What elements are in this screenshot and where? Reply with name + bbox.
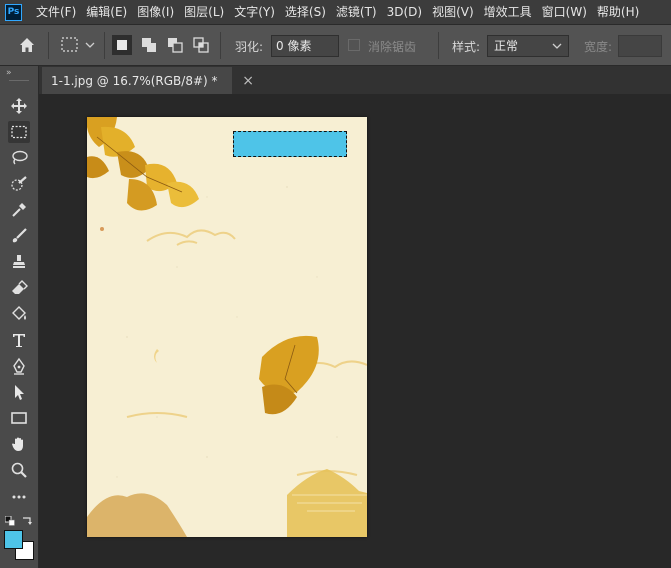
separator [438, 32, 439, 59]
foreground-color-swatch[interactable] [4, 530, 23, 549]
lasso-tool-icon[interactable] [8, 147, 30, 169]
collapse-panel-icon[interactable]: » [6, 68, 12, 78]
style-select[interactable]: 正常 [487, 35, 569, 57]
tools-panel: » [0, 66, 39, 568]
feather-input[interactable]: 0 像素 [271, 35, 339, 57]
eyedropper-tool-icon[interactable] [8, 199, 30, 221]
hand-tool-icon[interactable] [8, 433, 30, 455]
type-tool-icon[interactable] [8, 329, 30, 351]
menu-3d[interactable]: 3D(D) [382, 0, 427, 24]
menu-layer[interactable]: 图层(L) [179, 0, 229, 24]
swap-colors-icon[interactable] [21, 515, 33, 525]
eraser-tool-icon[interactable] [8, 277, 30, 299]
home-icon[interactable] [17, 35, 39, 55]
subtract-from-selection-icon[interactable] [165, 35, 185, 55]
menu-bar: Ps 文件(F) 编辑(E) 图像(I) 图层(L) 文字(Y) 选择(S) 滤… [0, 0, 671, 24]
intersect-selection-icon[interactable] [191, 35, 211, 55]
menu-type[interactable]: 文字(Y) [229, 0, 280, 24]
menu-window[interactable]: 窗口(W) [537, 0, 592, 24]
document-image [87, 117, 367, 537]
clone-stamp-tool-icon[interactable] [8, 251, 30, 273]
document-tab-title: 1-1.jpg @ 16.7%(RGB/8#) * [51, 73, 218, 88]
gradient-fill-tool-icon[interactable] [8, 303, 30, 325]
more-tools-icon[interactable] [8, 485, 30, 507]
document-tab[interactable]: 1-1.jpg @ 16.7%(RGB/8#) * × [42, 67, 254, 94]
new-selection-icon[interactable] [112, 35, 132, 55]
rectangle-tool-icon[interactable] [8, 407, 30, 429]
canvas-area[interactable] [39, 94, 671, 568]
separator [220, 32, 221, 59]
add-to-selection-icon[interactable] [139, 35, 159, 55]
separator [104, 32, 105, 59]
style-select-value: 正常 [494, 39, 519, 53]
panel-grip[interactable] [9, 80, 29, 81]
separator [48, 32, 49, 59]
menu-plugins[interactable]: 增效工具 [479, 0, 537, 24]
width-input[interactable] [618, 35, 662, 57]
marquee-selection[interactable] [233, 131, 347, 157]
feather-label: 羽化: [235, 40, 264, 54]
move-tool-icon[interactable] [8, 95, 30, 117]
chevron-down-icon [552, 43, 562, 49]
menu-help[interactable]: 帮助(H) [592, 0, 644, 24]
menu-edit[interactable]: 编辑(E) [81, 0, 132, 24]
menu-select[interactable]: 选择(S) [280, 0, 331, 24]
style-label: 样式: [452, 40, 481, 54]
brush-tool-icon[interactable] [8, 225, 30, 247]
menu-image[interactable]: 图像(I) [132, 0, 179, 24]
default-colors-icon[interactable] [4, 515, 15, 526]
menu-filter[interactable]: 滤镜(T) [331, 0, 382, 24]
options-bar: 羽化: 0 像素 消除锯齿 样式: 正常 宽度: [0, 24, 671, 66]
menu-file[interactable]: 文件(F) [31, 0, 81, 24]
width-label: 宽度: [584, 40, 613, 54]
quick-selection-tool-icon[interactable] [8, 173, 30, 195]
photoshop-logo-icon[interactable]: Ps [5, 3, 22, 21]
antialias-checkbox[interactable] [348, 39, 360, 51]
path-selection-tool-icon[interactable] [8, 381, 30, 403]
menu-view[interactable]: 视图(V) [427, 0, 479, 24]
document-canvas[interactable] [87, 117, 367, 537]
antialias-label: 消除锯齿 [368, 40, 417, 54]
document-tab-bar: 1-1.jpg @ 16.7%(RGB/8#) * × [39, 66, 671, 94]
tool-preset-picker[interactable] [58, 35, 100, 55]
pen-tool-icon[interactable] [8, 355, 30, 377]
rectangular-marquee-tool-icon[interactable] [8, 121, 30, 143]
zoom-tool-icon[interactable] [8, 459, 30, 481]
close-icon[interactable]: × [242, 73, 254, 89]
